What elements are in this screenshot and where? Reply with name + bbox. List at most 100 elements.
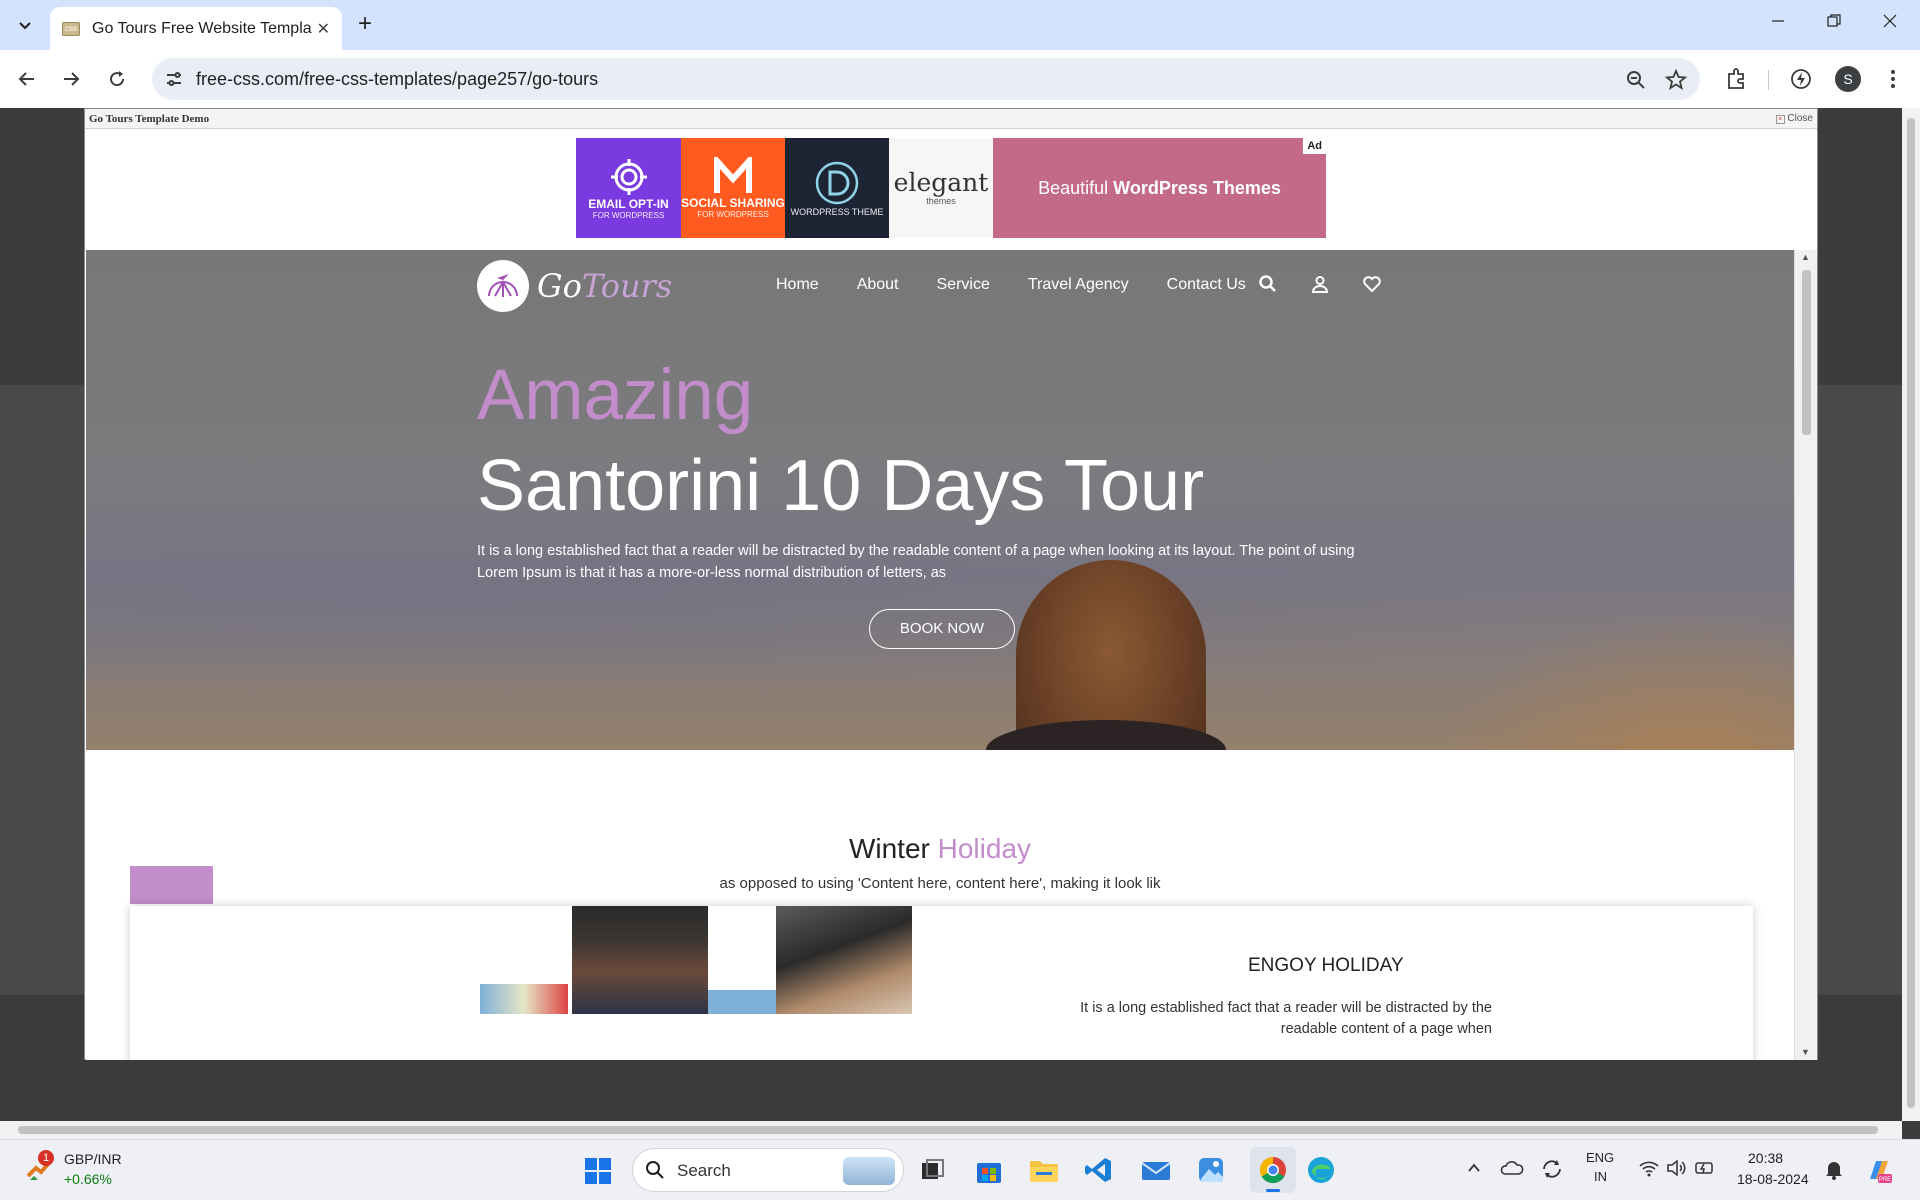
chevron-up-icon[interactable] — [1466, 1160, 1482, 1181]
bookmark-star-icon[interactable] — [1664, 68, 1688, 92]
ad-banner[interactable]: EMAIL OPT-IN FOR WORDPRESS SOCIAL SHARIN… — [576, 138, 1326, 238]
hero-kicker: Amazing — [477, 356, 754, 435]
search-icon — [646, 1161, 664, 1179]
copilot-icon[interactable]: PRE — [1864, 1155, 1894, 1190]
language-code[interactable]: ENG — [1586, 1150, 1614, 1165]
new-tab-button[interactable]: + — [352, 12, 378, 38]
nav-travel-agency[interactable]: Travel Agency — [1028, 276, 1129, 294]
profile-avatar[interactable]: S — [1835, 66, 1861, 92]
hero-section: Go Tours Home About Service Travel Agenc… — [86, 250, 1794, 750]
page-horizontal-scrollbar[interactable] — [0, 1121, 1902, 1139]
forward-button[interactable] — [56, 64, 86, 94]
store-icon[interactable] — [974, 1155, 1004, 1190]
heart-icon[interactable] — [1362, 274, 1384, 296]
ticker-name: GBP/INR — [64, 1151, 122, 1167]
nav-contact-us[interactable]: Contact Us — [1167, 276, 1246, 294]
mail-icon[interactable] — [1140, 1155, 1172, 1190]
ad-divi-theme[interactable]: WORDPRESS THEME — [785, 138, 889, 238]
nav-icons — [1258, 274, 1384, 296]
section-title-highlight: Holiday — [937, 833, 1032, 864]
ad-label: elegant — [893, 168, 989, 197]
taskbar-search[interactable]: Search — [632, 1148, 904, 1192]
reload-button[interactable] — [102, 64, 132, 94]
battery-icon[interactable] — [1694, 1158, 1716, 1183]
section-title-main: Winter — [848, 833, 938, 864]
reload-icon — [110, 71, 125, 87]
search-icon[interactable] — [1258, 274, 1280, 296]
browser-tab-strip: css Go Tours Free Website Templat ✕ + — [0, 0, 1920, 50]
nav-home[interactable]: Home — [776, 276, 819, 294]
ad-social-sharing[interactable]: SOCIAL SHARING FOR WORDPRESS — [681, 138, 785, 238]
sync-icon[interactable] — [1540, 1158, 1564, 1185]
page-vertical-scrollbar[interactable] — [1902, 108, 1920, 1121]
ad-elegant-themes[interactable]: elegant themes — [889, 138, 993, 238]
chrome-taskbar-button[interactable] — [1250, 1147, 1296, 1193]
scroll-up-icon[interactable]: ▲ — [1801, 252, 1810, 262]
edge-icon[interactable] — [1306, 1155, 1336, 1190]
notification-bell-icon[interactable] — [1824, 1159, 1844, 1186]
ad-wordpress-themes[interactable]: Beautiful WordPress Themes — [993, 138, 1326, 238]
stocks-widget[interactable]: 1 — [24, 1150, 54, 1189]
notification-badge: 1 — [38, 1150, 54, 1166]
site-settings-icon[interactable] — [164, 69, 184, 89]
site-logo[interactable]: Go Tours — [477, 260, 672, 312]
iframe-scrollbar[interactable]: ▲ ▼ — [1794, 250, 1817, 1060]
url-text: free-css.com/free-css-templates/page257/… — [196, 69, 599, 89]
performance-icon[interactable] — [1788, 66, 1814, 92]
onedrive-icon[interactable] — [1500, 1158, 1524, 1183]
windows-taskbar: 1 GBP/INR +0.66% Search ENG IN 20:38 18-… — [0, 1139, 1920, 1200]
demo-close-button[interactable]: × Close — [1775, 113, 1813, 124]
ad-label: SOCIAL SHARING — [681, 195, 785, 210]
back-button[interactable] — [12, 64, 42, 94]
template-iframe: Go Tours Home About Service Travel Agenc… — [86, 250, 1817, 1060]
region-code[interactable]: IN — [1594, 1169, 1607, 1184]
more-menu-icon[interactable] — [1880, 66, 1906, 92]
nav-about[interactable]: About — [857, 276, 899, 294]
logo-text-tours: Tours — [581, 267, 673, 305]
user-icon[interactable] — [1310, 274, 1332, 296]
scrollbar-thumb[interactable] — [1907, 118, 1915, 1108]
scrollbar-thumb[interactable] — [1802, 270, 1811, 435]
logo-text-go: Go — [537, 267, 582, 305]
main-nav: Home About Service Travel Agency Contact… — [776, 276, 1284, 294]
ad-label: EMAIL OPT-IN — [588, 196, 669, 211]
volume-icon[interactable] — [1666, 1158, 1688, 1183]
clock-time[interactable]: 20:38 — [1748, 1150, 1783, 1166]
nav-service[interactable]: Service — [937, 276, 990, 294]
card-text: It is a long established fact that a rea… — [1080, 1000, 1492, 1037]
dining-thumbnail — [776, 906, 912, 1014]
extensions-icon[interactable] — [1724, 66, 1750, 92]
scroll-down-icon[interactable]: ▼ — [1801, 1047, 1810, 1057]
arrow-left-icon — [18, 72, 34, 86]
file-explorer-icon[interactable] — [1028, 1155, 1060, 1190]
search-placeholder: Search — [677, 1161, 731, 1180]
scrollbar-thumb[interactable] — [18, 1126, 1878, 1134]
sky-thumbnail — [708, 990, 776, 1014]
svg-text:PRE: PRE — [1879, 1177, 1891, 1183]
section-subtitle: as opposed to using 'Content here, conte… — [719, 875, 1161, 892]
zoom-icon[interactable] — [1624, 68, 1648, 92]
logo-badge — [477, 260, 529, 312]
toolbar-divider — [1768, 70, 1769, 90]
demo-header: Go Tours Template Demo × Close — [85, 109, 1817, 129]
hero-description: It is a long established fact that a rea… — [477, 543, 1355, 581]
close-window-icon[interactable] — [1870, 12, 1910, 33]
demo-close-label: Close — [1787, 113, 1813, 124]
restore-icon[interactable] — [1814, 12, 1854, 33]
airplane-globe-icon — [488, 274, 518, 297]
minimize-icon[interactable] — [1758, 12, 1798, 33]
tab-search-button[interactable] — [10, 10, 40, 40]
book-now-button[interactable]: BOOK NOW — [869, 609, 1015, 649]
wifi-icon[interactable] — [1638, 1158, 1660, 1183]
tab-close-icon[interactable]: ✕ — [317, 19, 330, 39]
address-bar[interactable]: free-css.com/free-css-templates/page257/… — [152, 58, 1700, 100]
vscode-icon[interactable] — [1084, 1155, 1114, 1190]
ad-email-optin[interactable]: EMAIL OPT-IN FOR WORDPRESS — [576, 138, 681, 238]
task-view-icon[interactable] — [918, 1155, 948, 1185]
start-button[interactable] — [584, 1157, 612, 1190]
divi-logo-icon — [815, 161, 859, 205]
browser-tab[interactable]: css Go Tours Free Website Templat ✕ — [50, 7, 342, 50]
photos-icon[interactable] — [1196, 1155, 1226, 1190]
clock-date[interactable]: 18-08-2024 — [1737, 1171, 1809, 1187]
close-icon: × — [1775, 115, 1785, 124]
